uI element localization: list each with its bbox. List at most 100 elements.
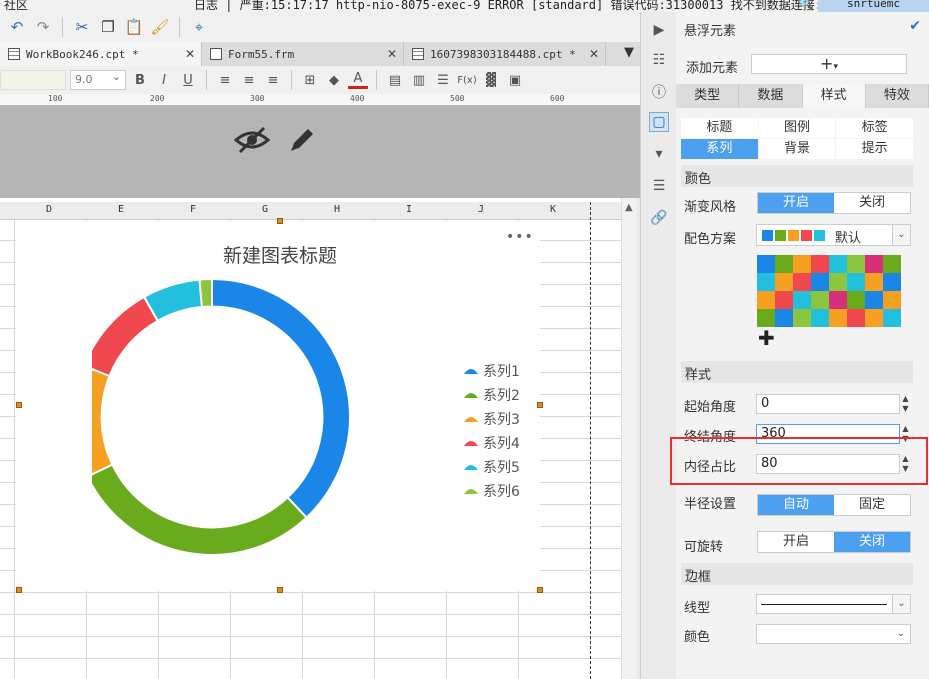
palette-swatch[interactable]: [757, 273, 775, 291]
tab-data[interactable]: 数据: [739, 84, 803, 108]
palette-swatch[interactable]: [757, 291, 775, 309]
add-color-icon[interactable]: ✚: [758, 326, 775, 350]
rotate-off-button[interactable]: 关闭: [834, 532, 910, 552]
align-center-icon[interactable]: ≡: [239, 70, 259, 90]
section-color[interactable]: 颜色 ▼: [681, 165, 913, 187]
palette-swatch[interactable]: [865, 309, 883, 327]
copy-icon[interactable]: ❐: [97, 16, 119, 38]
gradient-off-button[interactable]: 关闭: [834, 193, 910, 213]
tab-1607398303184488[interactable]: 1607398303184488.cpt * ✕: [404, 42, 606, 66]
legend-item[interactable]: 系列5: [463, 455, 520, 479]
palette-swatch[interactable]: [793, 273, 811, 291]
border-icon[interactable]: ⊞: [300, 70, 320, 90]
image-icon[interactable]: ▣: [505, 70, 525, 90]
resize-handle[interactable]: [16, 587, 22, 593]
insert-col-icon[interactable]: ▥: [409, 70, 429, 90]
paste-icon[interactable]: 📋: [123, 16, 145, 38]
edit-icon[interactable]: [286, 124, 318, 156]
radius-auto-button[interactable]: 自动: [758, 495, 834, 515]
dropdown-arrow-icon[interactable]: ⌄: [892, 595, 910, 613]
resize-handle[interactable]: [16, 402, 22, 408]
palette-swatch[interactable]: [811, 255, 829, 273]
legend-item[interactable]: 系列4: [463, 431, 520, 455]
layers-icon[interactable]: ☰: [649, 176, 669, 196]
column-label[interactable]: G: [262, 204, 268, 215]
palette-swatch[interactable]: [829, 273, 847, 291]
radius-fixed-button[interactable]: 固定: [834, 495, 910, 515]
tab-style[interactable]: 样式: [802, 84, 866, 108]
column-label[interactable]: I: [406, 204, 412, 215]
resize-handle[interactable]: [277, 587, 283, 593]
palette-swatch[interactable]: [847, 291, 865, 309]
tab-form55[interactable]: Form55.frm ✕: [202, 42, 404, 66]
dropdown-widget-icon[interactable]: ▾: [649, 144, 669, 164]
cut-icon[interactable]: ✂: [71, 16, 93, 38]
border-color-select[interactable]: ⌄: [756, 624, 911, 644]
palette-swatch[interactable]: [883, 255, 901, 273]
section-style[interactable]: 样式 ▼: [681, 361, 913, 383]
palette-swatch[interactable]: [775, 291, 793, 309]
donut-slice-3[interactable]: [92, 366, 114, 477]
subtab-background[interactable]: 背景: [758, 139, 836, 159]
palette-swatch[interactable]: [757, 255, 775, 273]
close-icon[interactable]: ✕: [387, 47, 397, 61]
palette-swatch[interactable]: [865, 255, 883, 273]
section-border[interactable]: 边框 ▼: [681, 563, 913, 585]
align-right-icon[interactable]: ≡: [263, 70, 283, 90]
community-label[interactable]: 社区: [4, 0, 28, 12]
redo-icon[interactable]: ↷: [32, 16, 54, 38]
donut-chart[interactable]: [92, 277, 352, 577]
chart-icon[interactable]: ▓: [481, 70, 501, 90]
legend-item[interactable]: 系列1: [463, 359, 520, 383]
font-family-select[interactable]: [0, 70, 66, 90]
subtab-title[interactable]: 标题: [681, 118, 758, 138]
column-label[interactable]: K: [550, 204, 556, 215]
spinner-icon[interactable]: ▲ ▼: [899, 394, 912, 414]
tab-list-icon[interactable]: ▼: [624, 45, 634, 60]
gradient-on-button[interactable]: 开启: [758, 193, 834, 213]
palette-swatch[interactable]: [775, 273, 793, 291]
subtab-tooltip[interactable]: 提示: [836, 139, 913, 159]
italic-icon[interactable]: I: [154, 70, 174, 90]
resize-handle[interactable]: [277, 218, 283, 224]
palette-swatch[interactable]: [811, 273, 829, 291]
sheet-scrollbar[interactable]: ▲: [621, 198, 637, 679]
merge-icon[interactable]: ⌖: [188, 16, 210, 38]
search-icon[interactable]: 🔍: [798, 0, 814, 12]
palette-swatch[interactable]: [775, 309, 793, 327]
palette-swatch[interactable]: [883, 291, 901, 309]
donut-slice-1[interactable]: [211, 277, 351, 519]
donut-slice-2[interactable]: [92, 463, 308, 556]
legend-item[interactable]: 系列6: [463, 479, 520, 503]
palette-swatch[interactable]: [775, 255, 793, 273]
close-icon[interactable]: ✕: [589, 47, 599, 61]
column-label[interactable]: F: [190, 204, 196, 215]
fill-color-icon[interactable]: ◆: [324, 70, 344, 90]
subtab-legend[interactable]: 图例: [758, 118, 836, 138]
palette-swatch[interactable]: [793, 309, 811, 327]
float-element-icon[interactable]: ▢: [649, 112, 669, 132]
donut-slice-4[interactable]: [92, 295, 160, 378]
palette-swatch[interactable]: [829, 309, 847, 327]
column-label[interactable]: E: [118, 204, 124, 215]
bold-icon[interactable]: B: [130, 70, 150, 90]
tab-workbook246[interactable]: WorkBook246.cpt * ✕: [0, 42, 202, 66]
line-type-select[interactable]: ⌄: [756, 594, 911, 614]
align-left-icon[interactable]: ≡: [215, 70, 235, 90]
palette-swatch[interactable]: [829, 255, 847, 273]
add-element-button[interactable]: +▾: [751, 54, 907, 74]
cell-attr-icon[interactable]: ☷: [649, 50, 669, 70]
palette-swatch[interactable]: [847, 255, 865, 273]
link-icon[interactable]: 🔗: [649, 208, 669, 228]
rotate-on-button[interactable]: 开启: [758, 532, 834, 552]
chart-menu-icon[interactable]: •••: [506, 229, 534, 245]
font-color-icon[interactable]: A: [348, 71, 368, 89]
insert-row-icon[interactable]: ▤: [385, 70, 405, 90]
scroll-up-icon[interactable]: ▲: [625, 202, 633, 213]
subtab-series[interactable]: 系列: [681, 139, 758, 159]
palette-swatch[interactable]: [865, 291, 883, 309]
collapse-arrow-icon[interactable]: ▶: [649, 20, 669, 40]
column-label[interactable]: D: [46, 204, 52, 215]
palette-swatch[interactable]: [793, 291, 811, 309]
palette-swatch[interactable]: [883, 309, 901, 327]
